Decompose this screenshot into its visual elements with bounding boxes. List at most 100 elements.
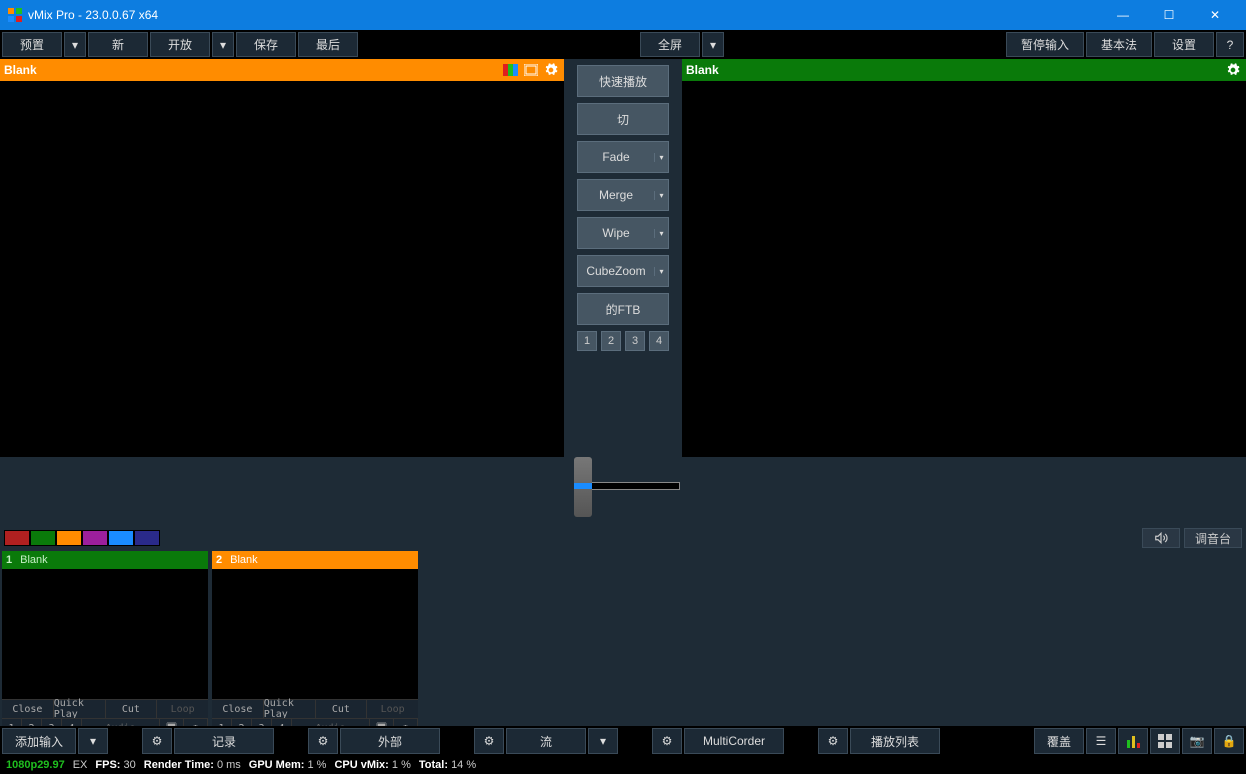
fade-button[interactable]: Fade▾: [577, 141, 669, 173]
ftb-button[interactable]: 的FTB: [577, 293, 669, 325]
input-quickplay-button[interactable]: Quick Play: [264, 700, 316, 718]
top-toolbar: 预置 ▾ 新 开放 ▾ 保存 最后 全屏 ▾ 暂停输入 基本法 设置 ?: [0, 30, 1246, 59]
trans-num-1[interactable]: 1: [577, 331, 597, 351]
input-card: 2 Blank Close Quick Play Cut Loop 1234 A…: [212, 551, 418, 737]
meters-icon[interactable]: [1118, 728, 1148, 754]
status-cpu: CPU vMix: 1 %: [334, 759, 410, 771]
status-bar: 1080p29.97 EX FPS: 30 Render Time: 0 ms …: [0, 756, 1246, 774]
trans-num-4[interactable]: 4: [649, 331, 669, 351]
maximize-button[interactable]: ☐: [1146, 0, 1192, 30]
stream-button[interactable]: 流: [506, 728, 586, 754]
pause-input-button[interactable]: 暂停输入: [1006, 32, 1084, 57]
color-chip-0[interactable]: [4, 530, 30, 546]
tbar-handle[interactable]: [574, 457, 592, 517]
cut-button[interactable]: 切: [577, 103, 669, 135]
fullscreen-button[interactable]: 全屏: [640, 32, 700, 57]
input-quickplay-button[interactable]: Quick Play: [54, 700, 106, 718]
gear-icon[interactable]: [542, 62, 560, 78]
merge-button[interactable]: Merge▾: [577, 179, 669, 211]
wipe-dropdown[interactable]: ▾: [654, 229, 668, 238]
multicorder-button[interactable]: MultiCorder: [684, 728, 784, 754]
basic-button[interactable]: 基本法: [1086, 32, 1152, 57]
open-dropdown[interactable]: ▾: [212, 32, 234, 57]
preview-video[interactable]: [0, 81, 564, 457]
overlay-button[interactable]: 覆盖: [1034, 728, 1084, 754]
output-header: Blank: [682, 59, 1246, 81]
color-chip-2[interactable]: [56, 530, 82, 546]
preview-panel: Blank: [0, 59, 564, 457]
color-chip-1[interactable]: [30, 530, 56, 546]
inputs-area: 1 Blank Close Quick Play Cut Loop 1234 A…: [0, 549, 1246, 739]
multicorder-gear-icon[interactable]: ⚙: [652, 728, 682, 754]
input-number: 1: [6, 554, 12, 566]
input-number: 2: [216, 554, 222, 566]
list-icon[interactable]: ☰: [1086, 728, 1116, 754]
input-cut-button[interactable]: Cut: [316, 700, 368, 718]
preview-title: Blank: [4, 63, 500, 77]
status-fps: FPS: 30: [95, 759, 135, 771]
minimize-button[interactable]: ―: [1100, 0, 1146, 30]
output-panel: Blank: [682, 59, 1246, 457]
fullscreen-dropdown[interactable]: ▾: [702, 32, 724, 57]
settings-button[interactable]: 设置: [1154, 32, 1214, 57]
external-button[interactable]: 外部: [340, 728, 440, 754]
layout-icon[interactable]: [522, 62, 540, 78]
gear-icon[interactable]: [1224, 62, 1242, 78]
color-chip-5[interactable]: [134, 530, 160, 546]
input-controls-row1: Close Quick Play Cut Loop: [212, 699, 418, 718]
wipe-button[interactable]: Wipe▾: [577, 217, 669, 249]
stream-dropdown[interactable]: ▾: [588, 728, 618, 754]
color-chip-4[interactable]: [108, 530, 134, 546]
status-resolution: 1080p29.97: [6, 759, 65, 771]
save-button[interactable]: 保存: [236, 32, 296, 57]
status-ex: EX: [73, 759, 88, 771]
open-button[interactable]: 开放: [150, 32, 210, 57]
input-name: Blank: [20, 554, 48, 566]
record-button[interactable]: 记录: [174, 728, 274, 754]
cubezoom-dropdown[interactable]: ▾: [654, 267, 668, 276]
input-card: 1 Blank Close Quick Play Cut Loop 1234 A…: [2, 551, 208, 737]
close-button[interactable]: ✕: [1192, 0, 1238, 30]
mixer-button[interactable]: 调音台: [1184, 528, 1242, 548]
preset-button[interactable]: 预置: [2, 32, 62, 57]
stream-gear-icon[interactable]: ⚙: [474, 728, 504, 754]
add-input-dropdown[interactable]: ▾: [78, 728, 108, 754]
input-thumbnail[interactable]: [212, 569, 418, 699]
preset-dropdown[interactable]: ▾: [64, 32, 86, 57]
input-title[interactable]: 1 Blank: [2, 551, 208, 569]
input-loop-button[interactable]: Loop: [157, 700, 208, 718]
transition-column: 快速播放 切 Fade▾ Merge▾ Wipe▾ CubeZoom▾ 的FTB…: [564, 59, 682, 457]
status-total: Total: 14 %: [419, 759, 476, 771]
quickplay-button[interactable]: 快速播放: [577, 65, 669, 97]
playlist-gear-icon[interactable]: ⚙: [818, 728, 848, 754]
new-button[interactable]: 新: [88, 32, 148, 57]
add-input-button[interactable]: 添加输入: [2, 728, 76, 754]
playlist-button[interactable]: 播放列表: [850, 728, 940, 754]
external-gear-icon[interactable]: ⚙: [308, 728, 338, 754]
cubezoom-button[interactable]: CubeZoom▾: [577, 255, 669, 287]
input-loop-button[interactable]: Loop: [367, 700, 418, 718]
color-chip-3[interactable]: [82, 530, 108, 546]
grid-icon[interactable]: [1150, 728, 1180, 754]
lock-icon[interactable]: 🔒: [1214, 728, 1244, 754]
audio-icon-button[interactable]: [1142, 528, 1180, 548]
trans-num-2[interactable]: 2: [601, 331, 621, 351]
trans-num-3[interactable]: 3: [625, 331, 645, 351]
merge-dropdown[interactable]: ▾: [654, 191, 668, 200]
input-close-button[interactable]: Close: [212, 700, 264, 718]
input-name: Blank: [230, 554, 258, 566]
tbar-area: [0, 457, 1246, 527]
color-bars-icon[interactable]: [502, 62, 520, 78]
fade-dropdown[interactable]: ▾: [654, 153, 668, 162]
status-render: Render Time: 0 ms: [144, 759, 241, 771]
help-button[interactable]: ?: [1216, 32, 1244, 57]
input-close-button[interactable]: Close: [2, 700, 54, 718]
camera-icon[interactable]: 📷: [1182, 728, 1212, 754]
input-title[interactable]: 2 Blank: [212, 551, 418, 569]
output-video[interactable]: [682, 81, 1246, 457]
record-gear-icon[interactable]: ⚙: [142, 728, 172, 754]
input-cut-button[interactable]: Cut: [106, 700, 158, 718]
last-button[interactable]: 最后: [298, 32, 358, 57]
tbar-track: [590, 482, 680, 490]
input-thumbnail[interactable]: [2, 569, 208, 699]
